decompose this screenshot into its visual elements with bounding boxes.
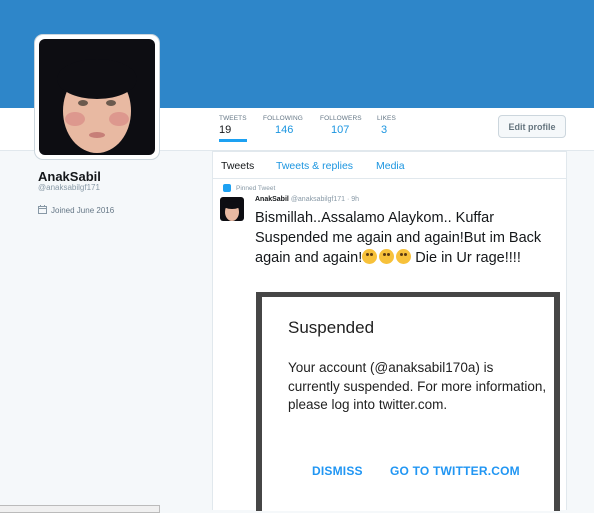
stat-following[interactable]: Following 146 — [263, 115, 303, 136]
tweet-header: AnakSabil @anaksabilgf171 · 9h — [255, 196, 359, 203]
joined-text: Joined June 2016 — [51, 206, 115, 215]
tweet-text-part2: Die in Ur rage!!!! — [411, 250, 521, 266]
calendar-icon — [38, 205, 47, 216]
tweet-avatar[interactable] — [220, 197, 244, 221]
stat-value: 3 — [381, 124, 388, 136]
pinned-text: Pinned Tweet — [236, 184, 276, 192]
stat-tweets[interactable]: Tweets 19 — [219, 115, 247, 142]
go-to-twitter-button: GO TO TWITTER.COM — [390, 464, 520, 478]
face-blowing-a-kiss-icon — [396, 249, 412, 264]
tab-tweets[interactable]: Tweets — [221, 160, 254, 172]
face-with-tears-of-joy-icon — [362, 249, 378, 264]
stat-label: Likes — [377, 115, 396, 122]
joined-date: Joined June 2016 — [38, 205, 114, 216]
timeline: Tweets Tweets & replies Media Pinned Twe… — [212, 151, 567, 511]
tweet-image[interactable]: Suspended Your account (@anaksabil170a) … — [256, 292, 560, 511]
dialog-title: Suspended — [288, 318, 375, 337]
pinned-tweet-label: Pinned Tweet — [223, 184, 275, 192]
browser-status-bar — [0, 505, 160, 513]
stat-label: Followers — [320, 115, 362, 122]
profile-photo — [39, 39, 155, 155]
stat-value: 19 — [219, 124, 232, 136]
tweet-text: Bismillah..Assalamo Alaykom.. Kuffar Sus… — [255, 208, 560, 268]
pin-icon — [223, 184, 231, 192]
edit-profile-button[interactable]: Edit profile — [498, 115, 566, 138]
profile-name[interactable]: AnakSabil — [38, 169, 101, 184]
dismiss-button: DISMISS — [312, 464, 363, 478]
timeline-tabs: Tweets Tweets & replies Media — [213, 152, 566, 179]
dialog-body: Your account (@anaksabil170a) is current… — [288, 360, 547, 412]
stat-label: Following — [263, 115, 303, 122]
profile-avatar[interactable] — [35, 35, 159, 159]
stat-label: Tweets — [219, 115, 247, 122]
stat-likes[interactable]: Likes 3 — [377, 115, 396, 136]
tab-tweets-and-replies[interactable]: Tweets & replies — [276, 160, 353, 172]
tweet-meta[interactable]: @anaksabilgf171 · 9h — [291, 196, 359, 203]
stat-value: 107 — [331, 124, 350, 136]
tweet-author[interactable]: AnakSabil — [255, 196, 289, 203]
tab-media[interactable]: Media — [376, 160, 405, 172]
suspended-dialog: Suspended Your account (@anaksabil170a) … — [262, 297, 554, 511]
stat-value: 146 — [275, 124, 294, 136]
profile-handle[interactable]: @anaksabilgf171 — [38, 183, 100, 192]
winking-face-with-tongue-icon — [379, 249, 395, 264]
stat-followers[interactable]: Followers 107 — [320, 115, 362, 136]
